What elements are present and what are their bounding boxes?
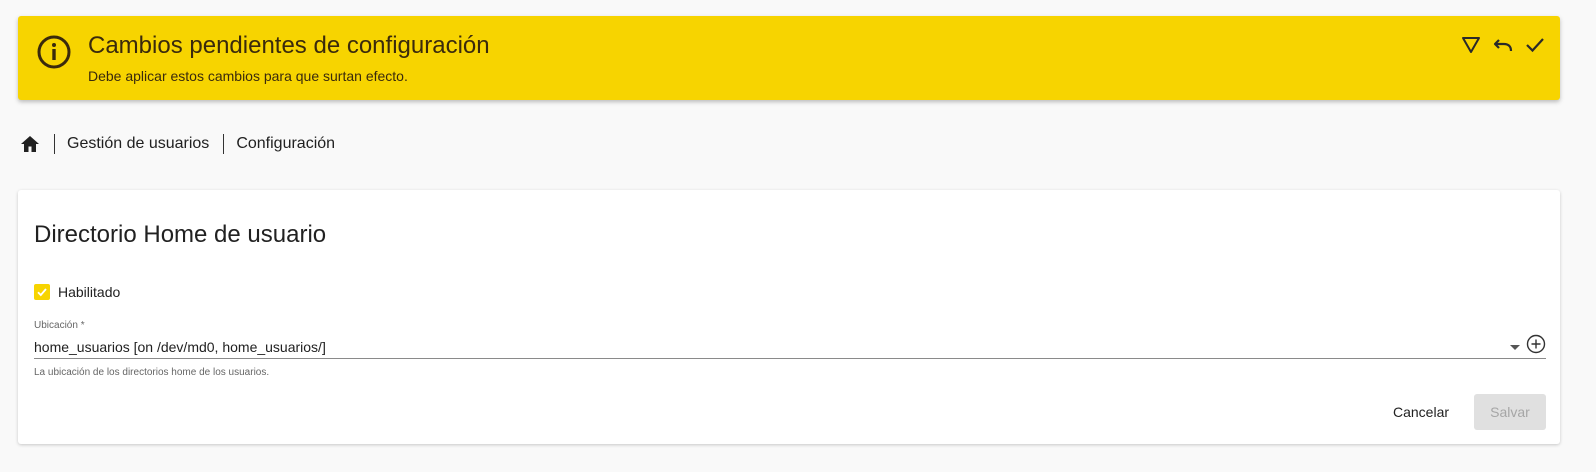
location-hint: La ubicación de los directorios home de …: [34, 367, 270, 378]
checkmark-icon: [37, 288, 47, 297]
banner-title: Cambios pendientes de configuración: [88, 32, 490, 59]
info-icon: [37, 35, 71, 69]
enabled-label: Habilitado: [58, 284, 121, 300]
home-directory-card: Directorio Home de usuario Habilitado Ub…: [18, 190, 1560, 444]
check-icon[interactable]: [1524, 34, 1546, 56]
breadcrumb-user-management[interactable]: Gestión de usuarios: [67, 135, 209, 153]
banner-subtitle: Debe aplicar estos cambios para que surt…: [88, 68, 408, 84]
save-button[interactable]: Salvar: [1474, 394, 1546, 430]
enabled-checkbox[interactable]: [34, 284, 50, 300]
card-title: Directorio Home de usuario: [34, 221, 327, 248]
location-value: home_usuarios [on /dev/md0, home_usuario…: [34, 339, 326, 355]
undo-icon[interactable]: [1492, 34, 1514, 56]
filter-icon[interactable]: [1460, 34, 1482, 56]
breadcrumb: Gestión de usuarios Configuración: [20, 132, 335, 156]
pending-changes-banner: Cambios pendientes de configuración Debe…: [18, 16, 1560, 100]
breadcrumb-separator: [54, 134, 55, 154]
breadcrumb-separator: [223, 134, 225, 154]
cancel-button[interactable]: Cancelar: [1378, 394, 1464, 430]
location-label: Ubicación *: [34, 320, 85, 331]
enabled-checkbox-row[interactable]: Habilitado: [34, 284, 120, 300]
home-icon[interactable]: [20, 134, 40, 154]
add-circle-icon[interactable]: [1526, 334, 1546, 354]
breadcrumb-settings[interactable]: Configuración: [236, 135, 335, 153]
location-select[interactable]: home_usuarios [on /dev/md0, home_usuario…: [34, 336, 1546, 359]
dropdown-arrow-icon[interactable]: [1510, 345, 1520, 350]
location-field: Ubicación * home_usuarios [on /dev/md0, …: [34, 320, 1546, 378]
banner-actions: [1460, 34, 1546, 56]
